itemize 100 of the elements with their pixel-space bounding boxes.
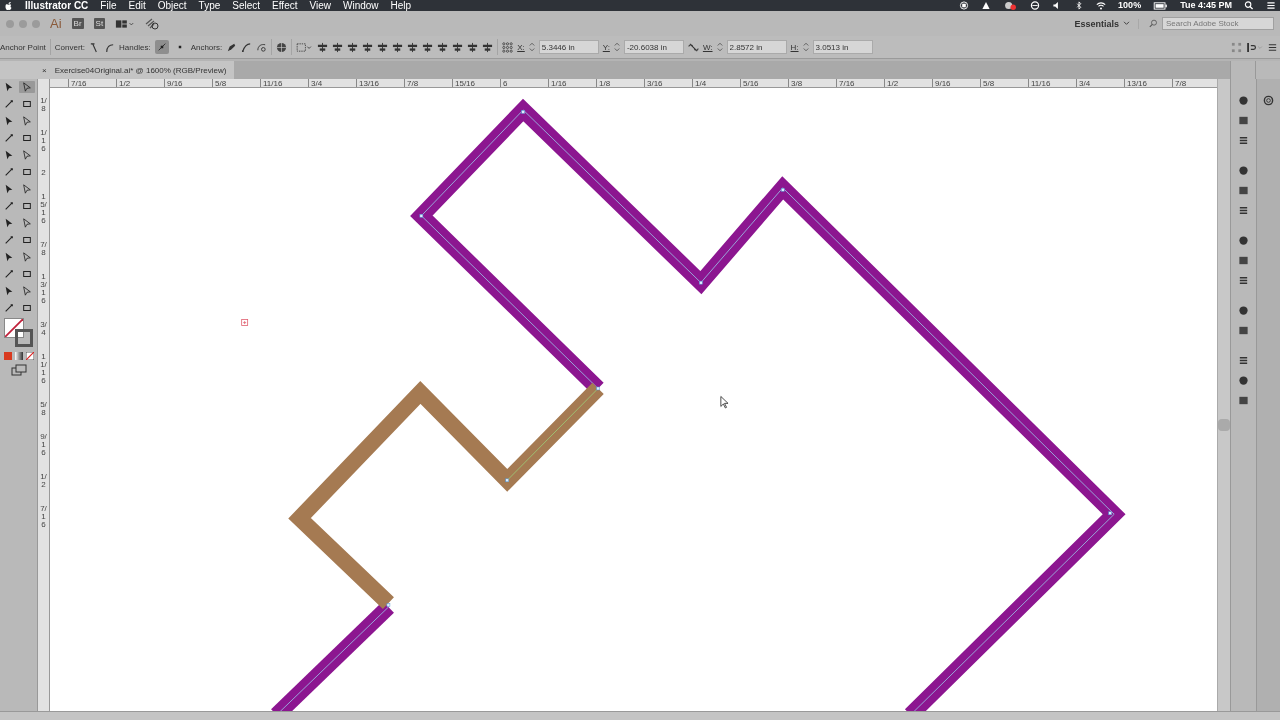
- close-tab-button[interactable]: ×: [42, 65, 47, 75]
- isolate-icon[interactable]: [1246, 41, 1263, 53]
- arrange-documents-icon[interactable]: [115, 18, 136, 29]
- cut-path-icon[interactable]: [256, 41, 268, 53]
- align-icon[interactable]: [407, 41, 419, 53]
- align-icon[interactable]: [467, 41, 479, 53]
- gradient-mode-icon[interactable]: [14, 352, 23, 360]
- align-icon[interactable]: [347, 41, 359, 53]
- color-wheel-icon[interactable]: [1238, 95, 1249, 106]
- menu-item[interactable]: Object: [157, 0, 187, 11]
- align-icon[interactable]: [452, 41, 464, 53]
- align-icon[interactable]: [317, 41, 329, 53]
- app-name-menu[interactable]: Illustrator CC: [25, 0, 89, 11]
- anchor-point[interactable]: [386, 603, 391, 607]
- battery-icon[interactable]: [1153, 1, 1169, 10]
- align-icon[interactable]: [437, 41, 449, 53]
- cloud-icon[interactable]: [1003, 1, 1019, 10]
- vertical-scrollbar[interactable]: [1217, 79, 1230, 711]
- color-mode-icon[interactable]: [3, 352, 12, 360]
- anchors-label: Anchors:: [190, 42, 223, 52]
- connector-path[interactable]: [288, 381, 604, 609]
- field-label: H:: [790, 42, 799, 52]
- document-tab[interactable]: × Exercise04Original.ai* @ 1600% (RGB/Preview): [0, 61, 235, 79]
- ruler-label: 5/8: [39, 401, 48, 417]
- handle-toggle-button[interactable]: [154, 40, 169, 54]
- direct-selection-icon[interactable]: [18, 81, 35, 93]
- align-icon[interactable]: [422, 41, 434, 53]
- panel-grip[interactable]: [1255, 61, 1280, 79]
- coordinate-field[interactable]: -20.6038 in: [623, 40, 684, 54]
- anchor-point[interactable]: [505, 478, 509, 483]
- chevron-icon: [1123, 21, 1130, 26]
- apple-icon[interactable]: [4, 0, 13, 11]
- coordinate-field[interactable]: 2.8572 in: [726, 40, 787, 54]
- workspace-switcher[interactable]: Essentials: [1074, 18, 1139, 29]
- anchor-point[interactable]: [521, 110, 525, 114]
- ruler-label: 13/16: [39, 273, 48, 305]
- ruler-label: 7/16: [39, 505, 48, 529]
- anchor-point[interactable]: [699, 281, 703, 285]
- bridge-button[interactable]: Br: [71, 18, 84, 29]
- anchor-point[interactable]: [781, 188, 785, 192]
- menu-item[interactable]: Edit: [128, 0, 146, 11]
- menu-icon[interactable]: [1266, 1, 1276, 10]
- creative-cloud-icon[interactable]: [1263, 95, 1274, 106]
- no-fill-icon[interactable]: [25, 352, 34, 360]
- sync-icon[interactable]: [1030, 1, 1041, 10]
- ruler-label: 1/8: [39, 97, 48, 113]
- battery-percentage: 100%: [1118, 0, 1142, 11]
- ruler-label: 1/16: [39, 129, 48, 153]
- menu-item[interactable]: View: [309, 0, 331, 11]
- coordinate-field[interactable]: 3.0513 in: [812, 40, 873, 54]
- field-label: W:: [702, 42, 713, 52]
- align-icon[interactable]: [377, 41, 389, 53]
- tool-name-label: Anchor Point: [0, 42, 46, 52]
- coordinate-field[interactable]: 5.3446 in: [538, 40, 599, 54]
- cursor-icon: [720, 396, 729, 409]
- curve-icon[interactable]: [241, 41, 253, 53]
- app-logo: Ai: [50, 16, 62, 31]
- document-title: Exercise04Original.ai* @ 1600% (RGB/Preview): [54, 65, 227, 75]
- anchor-point[interactable]: [1108, 511, 1112, 516]
- menu-item[interactable]: Effect: [272, 0, 298, 11]
- globe-icon[interactable]: [276, 41, 288, 53]
- handle-icon: [156, 42, 167, 52]
- field-label: X:: [517, 42, 525, 52]
- pen-minus-icon[interactable]: [226, 41, 238, 53]
- menu-item[interactable]: Type: [198, 0, 221, 11]
- fill-stroke-swatches[interactable]: [3, 318, 34, 348]
- stock-button[interactable]: St: [93, 18, 106, 29]
- menu-item[interactable]: Window: [343, 0, 379, 11]
- reference-point-icon[interactable]: [502, 41, 514, 53]
- search-field[interactable]: Search Adobe Stock: [1162, 17, 1274, 30]
- align-icon[interactable]: [332, 41, 344, 53]
- record-icon[interactable]: [959, 1, 970, 10]
- panel-menu-icon[interactable]: [1267, 41, 1278, 53]
- anchor-point[interactable]: [596, 386, 600, 391]
- menu-item[interactable]: File: [100, 0, 117, 11]
- ruler-label: 3/4: [39, 321, 48, 337]
- menu-item[interactable]: Select: [232, 0, 261, 11]
- align-icon[interactable]: [482, 41, 494, 53]
- search-icon: [1149, 19, 1159, 28]
- menu-item[interactable]: Help: [390, 0, 412, 11]
- clock[interactable]: Tue 4:45 PM: [1180, 0, 1232, 11]
- gpu-performance-icon[interactable]: [145, 17, 160, 30]
- wifi-icon[interactable]: [1096, 1, 1107, 10]
- handles-label: Handles:: [119, 42, 151, 52]
- convert-to-smooth-icon[interactable]: [104, 41, 116, 53]
- align-icon[interactable]: [362, 41, 374, 53]
- panel-grip[interactable]: [1230, 61, 1255, 79]
- stroke-path[interactable]: [271, 98, 1126, 711]
- ruler-label: 9/16: [39, 433, 48, 457]
- ruler-label: 1/2: [39, 473, 48, 489]
- bluetooth-icon[interactable]: [1074, 1, 1085, 10]
- convert-label: Convert:: [54, 42, 86, 52]
- screen-mode-icon[interactable]: [10, 364, 27, 376]
- center-point-icon: [241, 319, 249, 327]
- ruler-label: 2: [40, 169, 47, 177]
- search-icon[interactable]: [1244, 1, 1254, 10]
- anchor-point[interactable]: [419, 214, 424, 218]
- ruler-label: 15/16: [39, 193, 48, 225]
- align-icon[interactable]: [392, 41, 404, 53]
- sun-icon[interactable]: [1238, 305, 1249, 316]
